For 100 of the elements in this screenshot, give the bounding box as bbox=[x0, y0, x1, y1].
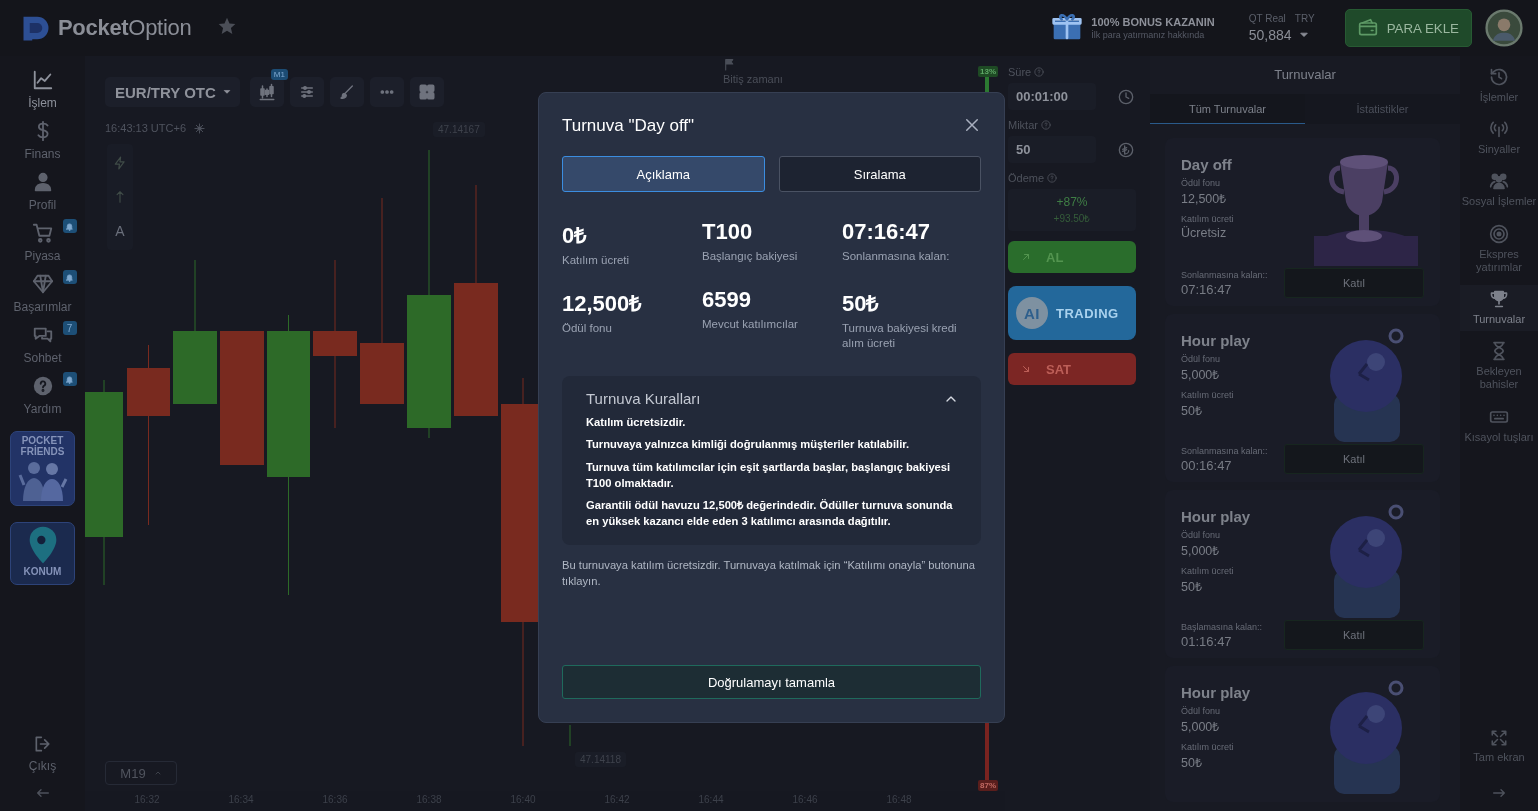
nav-item[interactable]: Finans bbox=[2, 115, 83, 166]
people-icon bbox=[1489, 171, 1509, 192]
join-button[interactable]: Katıl bbox=[1284, 268, 1424, 298]
chart-clock: 16:43:13 UTC+6 bbox=[105, 122, 187, 134]
field-label: Miktar bbox=[1008, 119, 1038, 131]
stat-label: Sonlanmasına kalan: bbox=[842, 249, 951, 264]
nav-item[interactable]: Piyasa bbox=[2, 217, 83, 268]
sentiment-up-label: 13% bbox=[978, 66, 998, 77]
help-icon[interactable] bbox=[1034, 67, 1045, 77]
account-dropdown[interactable]: QT Real TRY 50,884 bbox=[1248, 13, 1315, 43]
payout-box: +87% +93.50₺ bbox=[1008, 189, 1136, 231]
fullscreen-button[interactable]: Tam ekran bbox=[1460, 724, 1538, 769]
timeframe-badge: M1 bbox=[270, 69, 288, 80]
stat-label: Turnuva bakiyesi kredi alım ücreti bbox=[842, 321, 958, 351]
promo-card[interactable]: POCKET FRİENDS bbox=[10, 431, 75, 506]
rules-title: Turnuva Kuralları bbox=[586, 390, 701, 408]
expand-icon bbox=[1490, 728, 1508, 747]
avatar-icon[interactable] bbox=[1485, 9, 1523, 47]
asset-selector[interactable]: EUR/TRY OTC bbox=[105, 77, 240, 107]
grid-icon bbox=[417, 83, 436, 101]
gear-icon[interactable] bbox=[194, 122, 206, 134]
nav-item[interactable]: Sinyaller bbox=[1460, 115, 1538, 162]
help-icon bbox=[31, 375, 54, 397]
field-label: Katılım ücreti bbox=[1181, 214, 1234, 224]
field-label: Ödül fonu bbox=[1181, 354, 1222, 364]
help-icon[interactable] bbox=[1047, 173, 1058, 183]
lira-icon[interactable] bbox=[1118, 141, 1134, 158]
chart-type-button[interactable] bbox=[249, 77, 284, 107]
entry-fee: 50₺ bbox=[1181, 755, 1203, 771]
rule-text: Turnuva tüm katılımcılar için eşit şartlarda başlar, başlangıç bakiyesi T100 olmaktadır. bbox=[586, 459, 952, 491]
join-button[interactable]: Katıl bbox=[1284, 444, 1424, 474]
entry-fee: 50₺ bbox=[1181, 579, 1203, 595]
countdown-label: Sonlanmasına kalan:: bbox=[1181, 445, 1268, 456]
logout-button[interactable]: Çıkış bbox=[2, 731, 83, 775]
nav-item[interactable]: Ekspres yatırımlar bbox=[1460, 219, 1538, 279]
countdown-time: 01:16:47 bbox=[1181, 633, 1233, 649]
stat-label: Mevcut katılımcılar bbox=[702, 317, 799, 332]
amount-field[interactable]: 50 bbox=[1008, 136, 1096, 163]
zoom-dropdown[interactable]: M19 bbox=[105, 761, 177, 785]
complete-verification-button[interactable]: Doğrulamayı tamamla bbox=[562, 665, 981, 699]
ai-trading-button[interactable]: AI TRADING bbox=[1008, 286, 1136, 340]
field-label: Ödül fonu bbox=[1181, 178, 1222, 188]
stat-value: 12,500₺ bbox=[562, 290, 644, 318]
nav-item[interactable]: Kısayol tuşları bbox=[1460, 402, 1538, 449]
duration-field[interactable]: 00:01:00 bbox=[1008, 83, 1096, 110]
tab[interactable]: İstatistikler bbox=[1305, 94, 1460, 124]
nav-item[interactable]: Sosyal İşlemler bbox=[1460, 167, 1538, 214]
prize-amount: 5,000₺ bbox=[1181, 367, 1221, 383]
bonus-title[interactable]: 100% BONUS KAZANIN bbox=[1091, 16, 1215, 28]
sell-button[interactable]: SAT bbox=[1008, 353, 1136, 385]
people-drawing bbox=[17, 459, 68, 501]
logo-text: PocketOption bbox=[58, 15, 192, 41]
cart-icon bbox=[31, 222, 54, 244]
nav-item[interactable]: Bekleyen bahisler bbox=[1460, 337, 1538, 397]
indicators-button[interactable] bbox=[289, 77, 324, 107]
nav-item[interactable]: Profil bbox=[2, 166, 83, 217]
info-text: Bu turnuvaya katılım ücretsizdir. Turnuvaya katılmak için “Katılımı onayla” butonuna tıklayın. bbox=[562, 557, 976, 589]
more-button[interactable] bbox=[369, 77, 404, 107]
field-label: Katılım ücreti bbox=[1181, 742, 1235, 752]
nav-item[interactable]: Sohbet 7 bbox=[2, 319, 83, 370]
tab[interactable]: Sıralama bbox=[778, 156, 981, 192]
sentiment-down-label: 87% bbox=[978, 780, 998, 791]
layout-button[interactable] bbox=[409, 77, 444, 107]
nav-item[interactable]: İşlem bbox=[2, 64, 83, 115]
deposit-button[interactable]: PARA EKLE bbox=[1344, 9, 1472, 47]
drawing-button[interactable] bbox=[329, 77, 364, 107]
promo-card[interactable]: KONUM bbox=[10, 522, 75, 585]
diamond-icon bbox=[31, 273, 54, 295]
tab[interactable]: Açıklama bbox=[562, 156, 765, 192]
chart-line-icon bbox=[31, 69, 54, 91]
clock-icon[interactable] bbox=[1118, 88, 1134, 105]
nav-item[interactable]: Turnuvalar bbox=[1460, 284, 1538, 332]
entry-fee: 50₺ bbox=[1181, 403, 1203, 419]
field-label: Ödül fonu bbox=[1181, 706, 1222, 716]
prize-amount: 5,000₺ bbox=[1181, 719, 1221, 735]
join-button[interactable]: Katıl bbox=[1284, 620, 1424, 650]
arrow-up-right-icon bbox=[1020, 251, 1032, 263]
target-icon bbox=[1489, 223, 1509, 244]
nav-item[interactable]: Başarımlar bbox=[2, 268, 83, 319]
field-label: Katılım ücreti bbox=[1181, 566, 1235, 576]
field-label: Ödül fonu bbox=[1181, 530, 1222, 540]
nav-item[interactable]: İşlemler bbox=[1460, 63, 1538, 110]
wallet-icon bbox=[1357, 18, 1378, 38]
arrow-up-icon bbox=[113, 190, 127, 204]
rule-text: Garantili ödül havuzu 12,500₺ değerindedir. Ödüller turnuva sonunda en yüksek kazancı elde eden 3 katılımcı arasında dağıtılır. bbox=[586, 498, 954, 530]
panel-title: Turnuvalar bbox=[1273, 66, 1337, 84]
entry-fee: Ücretsiz bbox=[1181, 226, 1228, 240]
stat-value: 6599 bbox=[702, 287, 752, 314]
star-icon[interactable] bbox=[217, 16, 238, 36]
stat-value: 07:16:47 bbox=[842, 219, 932, 245]
prize-amount: 5,000₺ bbox=[1181, 543, 1221, 559]
countdown-label: Sonlanmasına kalan:: bbox=[1181, 269, 1268, 280]
candlestick-icon bbox=[257, 83, 276, 101]
signal-icon bbox=[1489, 119, 1509, 140]
tournament-title: Hour play bbox=[1181, 508, 1251, 525]
nav-item[interactable]: Yardım bbox=[2, 370, 83, 421]
countdown-time: 00:16:47 bbox=[1181, 457, 1233, 473]
caret-icon bbox=[221, 87, 232, 97]
stat-value: 0₺ bbox=[562, 222, 589, 249]
help-icon[interactable] bbox=[1040, 120, 1051, 130]
